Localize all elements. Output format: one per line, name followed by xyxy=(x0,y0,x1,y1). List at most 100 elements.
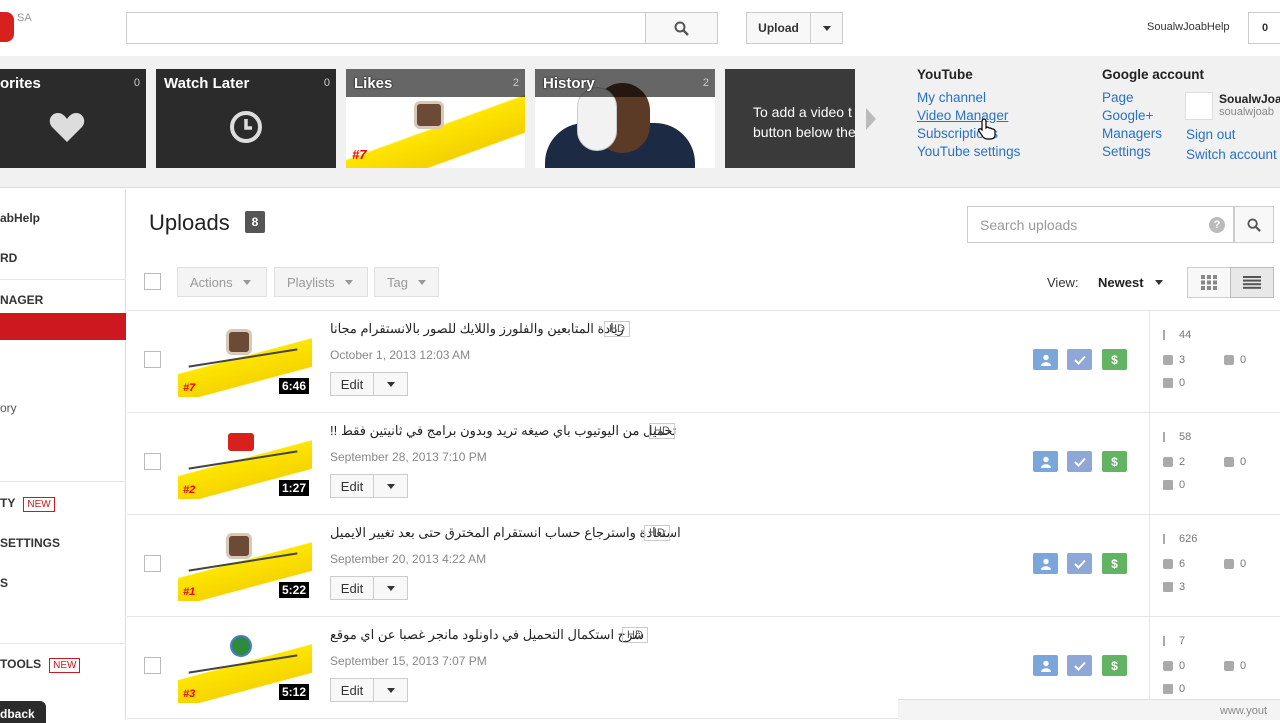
hd-badge: HD xyxy=(604,321,630,337)
public-user-icon[interactable] xyxy=(1033,451,1058,472)
row-checkbox[interactable] xyxy=(144,351,161,368)
grid-view-button[interactable] xyxy=(1187,267,1231,298)
monetization-icon[interactable]: $ xyxy=(1102,349,1127,370)
video-thumbnail[interactable]: #7 6:46 xyxy=(178,323,312,397)
thumbs-down-icon xyxy=(1224,559,1234,569)
playlists-dropdown[interactable]: Playlists xyxy=(274,267,368,297)
edit-button[interactable]: Edit xyxy=(330,372,374,396)
likes-stat: 3 xyxy=(1163,354,1185,366)
video-thumbnail[interactable]: #2 1:27 xyxy=(178,425,312,499)
list-view-button[interactable] xyxy=(1230,267,1274,298)
comments-stat: 0 xyxy=(1163,683,1185,695)
search-uploads-button[interactable] xyxy=(1234,206,1274,243)
comments-stat: 0 xyxy=(1163,479,1185,491)
edit-dropdown-button[interactable] xyxy=(374,678,408,702)
bar-chart-icon xyxy=(1163,636,1173,646)
next-arrow-icon[interactable] xyxy=(866,108,876,130)
chevron-down-icon[interactable] xyxy=(1155,280,1163,285)
my-channel-link[interactable]: My channel xyxy=(917,89,1020,107)
edit-button[interactable]: Edit xyxy=(330,474,374,498)
comments-stat: 0 xyxy=(1163,377,1185,389)
video-manager-link[interactable]: Video Manager xyxy=(917,107,1020,125)
sign-out-link[interactable]: Sign out xyxy=(1186,125,1277,145)
video-title[interactable]: تحميل من اليوتيوب باي صيغه تريد وبدون بر… xyxy=(330,423,676,439)
switch-account-link[interactable]: Switch account xyxy=(1186,145,1277,165)
search-input[interactable] xyxy=(126,12,645,44)
youtube-settings-link[interactable]: YouTube settings xyxy=(917,143,1020,161)
instagram-icon xyxy=(226,533,252,559)
tile-count: 2 xyxy=(702,77,709,89)
sidebar-item-channel[interactable]: abHelp xyxy=(0,211,40,225)
youtube-logo-icon[interactable] xyxy=(0,12,14,42)
video-title[interactable]: زيادة المتابعين والفلورز واللايك للصور ب… xyxy=(330,321,624,337)
comment-icon xyxy=(1163,684,1173,694)
playlists-label: Playlists xyxy=(287,274,335,290)
video-thumbnail[interactable]: #1 5:22 xyxy=(178,527,312,601)
account-email: soualwjoab xyxy=(1219,106,1275,118)
chevron-down-icon xyxy=(386,687,395,693)
youtube-menu: YouTube My channel Video Manager Subscri… xyxy=(917,66,1020,161)
monetization-icon[interactable]: $ xyxy=(1102,451,1127,472)
checkmark-icon[interactable] xyxy=(1067,451,1092,472)
tile-count: 0 xyxy=(323,77,330,89)
video-title[interactable]: استعادة واسترجاع حساب انستقرام المخترق ح… xyxy=(330,525,681,541)
chevron-down-icon xyxy=(822,25,831,31)
instagram-icon xyxy=(226,329,252,355)
upload-button[interactable]: Upload xyxy=(746,12,811,44)
checkmark-icon[interactable] xyxy=(1067,655,1092,676)
sidebar-item-channel-settings[interactable]: SETTINGS xyxy=(0,536,60,550)
row-checkbox[interactable] xyxy=(144,555,161,572)
bar-chart-icon xyxy=(1163,534,1173,544)
upload-dropdown-button[interactable] xyxy=(811,12,843,44)
sidebar-item-create-tools[interactable]: TOOLS NEW xyxy=(0,657,81,673)
checkmark-icon[interactable] xyxy=(1067,349,1092,370)
edit-button[interactable]: Edit xyxy=(330,576,374,600)
tile-likes[interactable]: Likes 2 #7 xyxy=(346,69,525,168)
comments-stat: 3 xyxy=(1163,581,1185,593)
comment-icon xyxy=(1163,378,1173,388)
sort-select[interactable]: Newest xyxy=(1098,275,1144,290)
tile-watch-later[interactable]: Watch Later 0 xyxy=(156,69,336,168)
thumbs-down-icon xyxy=(1224,457,1234,467)
video-thumbnail[interactable]: #3 5:12 xyxy=(178,629,312,703)
edit-dropdown-button[interactable] xyxy=(374,372,408,396)
edit-dropdown-button[interactable] xyxy=(374,576,408,600)
search-uploads-input[interactable]: Search uploads xyxy=(967,206,1234,243)
tile-history[interactable]: History 2 xyxy=(535,69,715,168)
edit-button[interactable]: Edit xyxy=(330,678,374,702)
row-checkbox[interactable] xyxy=(144,657,161,674)
public-user-icon[interactable] xyxy=(1033,655,1058,676)
sidebar-item-uploads-active[interactable] xyxy=(0,313,126,340)
youtube-icon xyxy=(226,431,256,453)
monetization-icon[interactable]: $ xyxy=(1102,553,1127,574)
tile-favorites[interactable]: orites 0 xyxy=(0,69,146,168)
video-date: September 28, 2013 7:10 PM xyxy=(330,450,487,464)
video-title[interactable]: شرح استكمال التحميل في داونلود مانجر غصب… xyxy=(330,627,644,643)
chevron-down-icon xyxy=(386,585,395,591)
chevron-down-icon xyxy=(344,279,353,285)
video-date: September 15, 2013 7:07 PM xyxy=(330,654,487,668)
row-checkbox[interactable] xyxy=(144,453,161,470)
account-avatar[interactable] xyxy=(1185,92,1213,120)
sidebar-item-community[interactable]: TY NEW xyxy=(0,496,55,512)
tag-dropdown[interactable]: Tag xyxy=(374,267,439,297)
help-icon[interactable]: ? xyxy=(1209,217,1225,233)
checkmark-icon[interactable] xyxy=(1067,553,1092,574)
public-user-icon[interactable] xyxy=(1033,349,1058,370)
user-name[interactable]: SoualwJoabHelp xyxy=(1147,21,1230,33)
monetization-icon[interactable]: $ xyxy=(1102,655,1127,676)
sidebar-item-dashboard[interactable]: RD xyxy=(0,251,17,265)
youtube-menu-heading: YouTube xyxy=(917,67,973,82)
select-all-checkbox[interactable] xyxy=(144,273,161,290)
edit-dropdown-button[interactable] xyxy=(374,474,408,498)
sidebar-item-video-manager[interactable]: NAGER xyxy=(0,293,43,307)
notifications-button[interactable]: 0 xyxy=(1248,12,1280,44)
sidebar-item-analytics[interactable]: S xyxy=(0,576,8,590)
search-button[interactable] xyxy=(645,12,718,44)
video-duration: 5:12 xyxy=(278,684,309,700)
dislikes-stat: 0 xyxy=(1224,660,1246,672)
public-user-icon[interactable] xyxy=(1033,553,1058,574)
sidebar-item-history[interactable]: ory xyxy=(0,401,17,415)
actions-dropdown[interactable]: Actions xyxy=(177,267,267,297)
subscriptions-link[interactable]: Subscriptions xyxy=(917,125,1020,143)
